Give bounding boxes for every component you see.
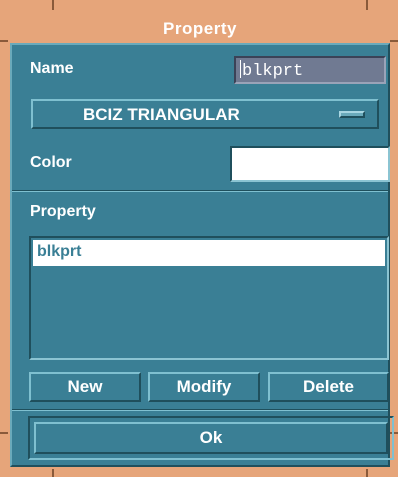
ok-button[interactable]: Ok xyxy=(34,422,388,454)
frame-tick xyxy=(366,469,368,477)
option-menu-indicator-icon xyxy=(339,111,365,118)
modify-button[interactable]: Modify xyxy=(148,372,260,402)
frame-tick xyxy=(366,0,368,10)
name-input-value: blkprt xyxy=(242,62,304,81)
frame-tick xyxy=(390,40,398,42)
frame-tick xyxy=(0,40,8,42)
name-label: Name xyxy=(30,60,74,77)
list-item[interactable]: blkprt xyxy=(33,240,385,266)
color-swatch-button[interactable] xyxy=(230,146,390,182)
property-list-label: Property xyxy=(30,203,96,220)
frame-tick xyxy=(0,432,8,434)
name-input[interactable]: blkprt xyxy=(234,56,386,84)
window-frame: Property Name blkprt BCIZ TRIANGULAR Col… xyxy=(0,0,398,477)
divider xyxy=(12,409,388,411)
property-list[interactable]: blkprt xyxy=(29,236,389,360)
type-option-label: BCIZ TRIANGULAR xyxy=(83,105,240,124)
frame-tick xyxy=(52,469,54,477)
frame-tick xyxy=(52,0,54,10)
type-option-menu[interactable]: BCIZ TRIANGULAR xyxy=(31,99,379,129)
new-button[interactable]: New xyxy=(29,372,141,402)
divider xyxy=(12,190,388,192)
property-panel: Name blkprt BCIZ TRIANGULAR Color Proper… xyxy=(10,43,394,467)
window-title[interactable]: Property xyxy=(10,15,390,43)
color-label: Color xyxy=(30,154,72,171)
text-caret xyxy=(240,60,241,78)
delete-button[interactable]: Delete xyxy=(268,372,389,402)
